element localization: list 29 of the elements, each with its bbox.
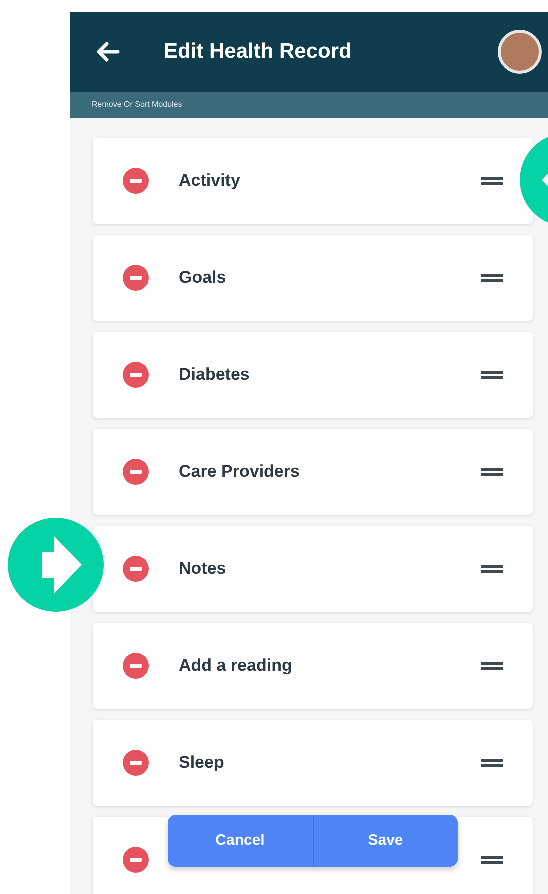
remove-icon[interactable]	[123, 556, 149, 582]
remove-icon[interactable]	[123, 362, 149, 388]
module-name: Diabetes	[179, 364, 250, 386]
module-name: Activity	[179, 170, 240, 192]
remove-icon[interactable]	[123, 168, 149, 194]
drag-handle-icon[interactable]	[481, 855, 503, 865]
remove-icon[interactable]	[123, 459, 149, 485]
drag-handle-icon[interactable]	[481, 273, 503, 283]
subheader-text: Remove Or Sort Modules	[92, 99, 182, 111]
remove-icon[interactable]	[123, 653, 149, 679]
drag-handle-icon[interactable]	[481, 661, 503, 671]
remove-icon[interactable]	[123, 265, 149, 291]
module-name: Add a reading	[179, 655, 292, 678]
drag-handle-icon[interactable]	[481, 467, 503, 477]
module-name: Sleep	[179, 752, 224, 774]
action-button[interactable]: Save	[312, 815, 458, 867]
drag-handle-icon[interactable]	[481, 758, 503, 768]
drag-handle-icon[interactable]	[481, 176, 503, 186]
back-arrow-icon[interactable]	[96, 42, 120, 62]
module-name: Notes	[179, 558, 226, 580]
avatar[interactable]	[498, 30, 542, 74]
remove-icon[interactable]	[123, 750, 149, 776]
remove-icon[interactable]	[123, 847, 149, 873]
action-button[interactable]: Cancel	[168, 815, 312, 867]
drag-handle-icon[interactable]	[481, 564, 503, 574]
module-name: Care Providers	[179, 461, 300, 484]
module-name: Goals	[179, 267, 226, 290]
drag-handle-icon[interactable]	[481, 370, 503, 380]
header-title: Edit Health Record	[164, 39, 352, 66]
